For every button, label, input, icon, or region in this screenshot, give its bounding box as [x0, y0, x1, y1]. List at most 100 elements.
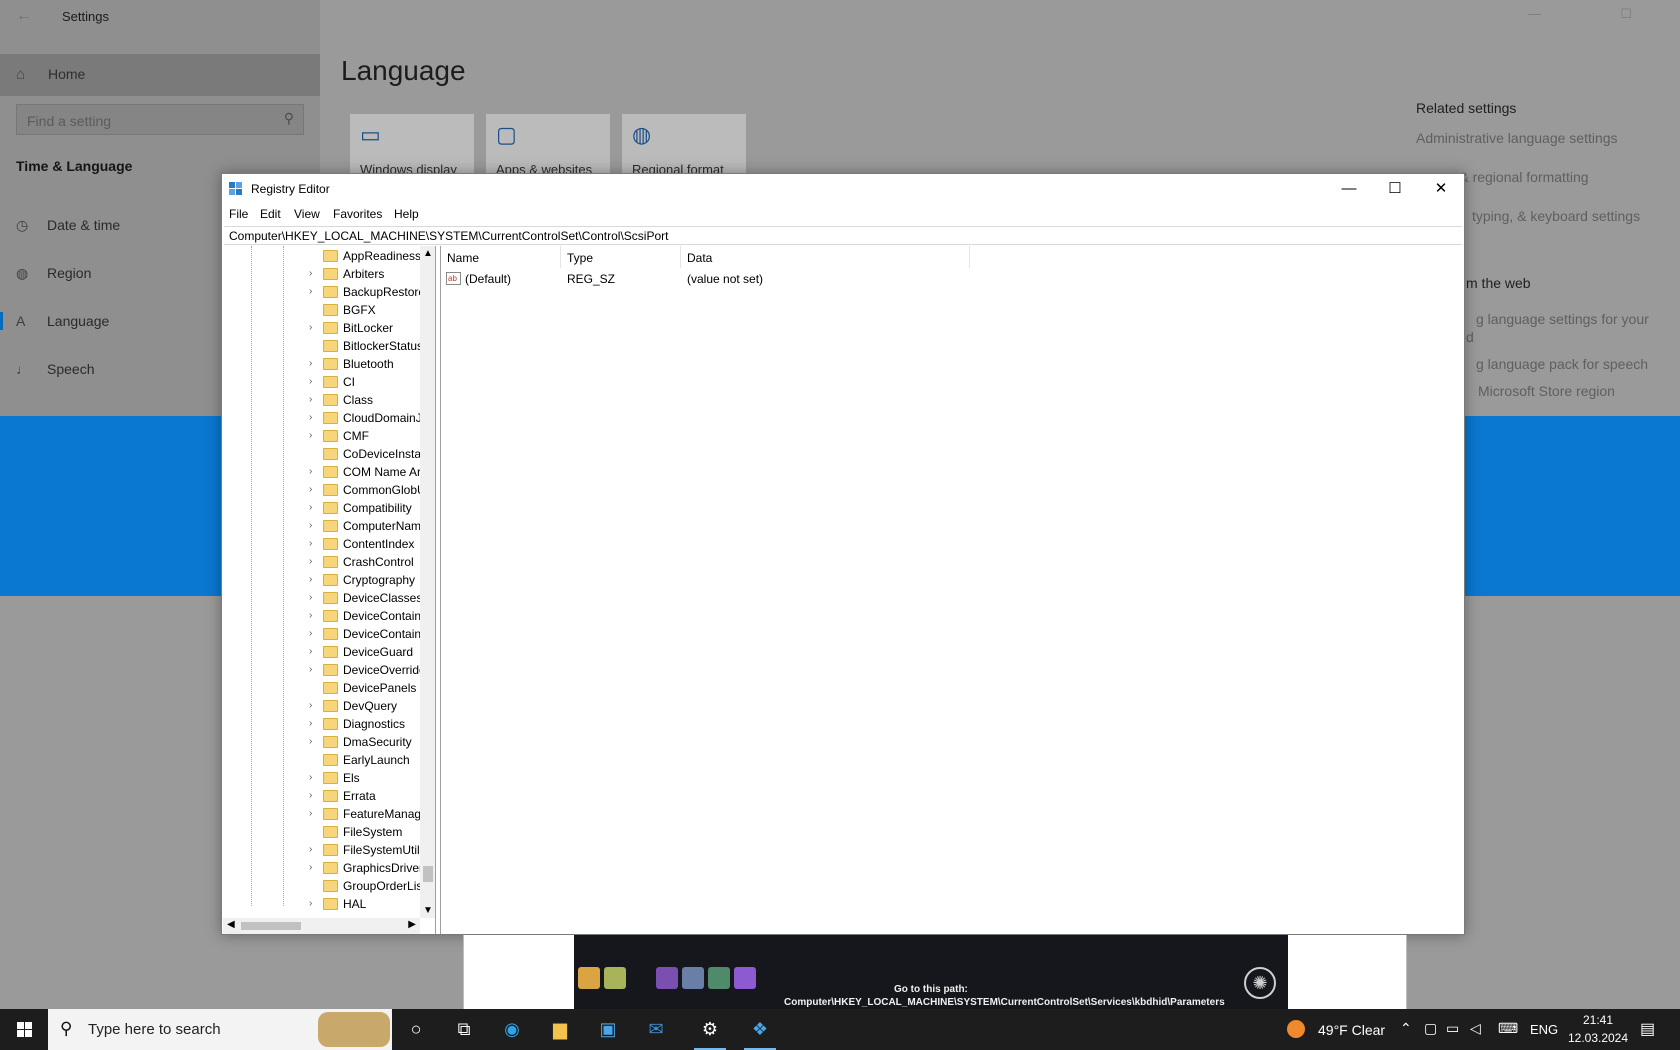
chevron-right-icon[interactable]: ›: [309, 556, 312, 567]
tree-item[interactable]: BitlockerStatus: [309, 337, 423, 355]
chevron-right-icon[interactable]: ›: [309, 268, 312, 279]
chevron-right-icon[interactable]: ›: [309, 610, 312, 621]
clock-date[interactable]: 12.03.2024: [1567, 1031, 1629, 1045]
mail-icon[interactable]: ✉: [632, 1009, 680, 1050]
related-link[interactable]: d: [1466, 329, 1474, 345]
scroll-left-icon[interactable]: ◀: [227, 919, 235, 930]
scroll-down-icon[interactable]: ▼: [423, 905, 433, 916]
chevron-right-icon[interactable]: ›: [309, 430, 312, 441]
chevron-right-icon[interactable]: ›: [309, 718, 312, 729]
store-icon[interactable]: ▣: [584, 1009, 632, 1050]
chevron-right-icon[interactable]: ›: [309, 592, 312, 603]
tree-item[interactable]: › BackupRestore: [309, 283, 425, 301]
related-link[interactable]: g language pack for speech: [1476, 356, 1648, 372]
tree-item[interactable]: › BitLocker: [309, 319, 421, 337]
settings-gear-icon[interactable]: ⚙: [686, 1009, 734, 1050]
chevron-right-icon[interactable]: ›: [309, 484, 312, 495]
tree-item[interactable]: › Errata: [309, 787, 421, 805]
chevron-right-icon[interactable]: ›: [309, 520, 312, 531]
volume-muted-icon[interactable]: ◁: [1470, 1020, 1481, 1037]
meet-now-icon[interactable]: ▢: [1424, 1020, 1437, 1037]
chevron-right-icon[interactable]: ›: [309, 358, 312, 369]
tree-item[interactable]: › COM Name Arbiter: [309, 463, 435, 481]
card-windows-display[interactable]: ▭ Windows display: [350, 114, 474, 177]
tree-item[interactable]: › HAL: [309, 895, 421, 913]
weather-text[interactable]: 49°F Clear: [1318, 1022, 1385, 1038]
scroll-up-icon[interactable]: ▲: [423, 248, 433, 259]
chevron-right-icon[interactable]: ›: [309, 286, 312, 297]
chevron-up-icon[interactable]: ⌃: [1400, 1020, 1412, 1037]
tree-item[interactable]: ›CommonGlobUserSettings: [309, 481, 435, 499]
tree-item[interactable]: › ComputerName: [309, 517, 428, 535]
chevron-right-icon[interactable]: ›: [309, 412, 312, 423]
tree-item[interactable]: › GraphicsDrivers: [309, 859, 429, 877]
chevron-right-icon[interactable]: ›: [309, 466, 312, 477]
chevron-right-icon[interactable]: ›: [309, 736, 312, 747]
tree-item[interactable]: FileSystem: [309, 823, 421, 841]
chevron-right-icon[interactable]: ›: [309, 628, 312, 639]
settings-home-button[interactable]: ⌂ Home: [0, 54, 320, 96]
task-view-icon[interactable]: ⧉: [440, 1009, 488, 1050]
file-explorer-icon[interactable]: ▆: [536, 1009, 584, 1050]
chevron-right-icon[interactable]: ›: [309, 772, 312, 783]
tree-item[interactable]: › Arbiters: [309, 265, 421, 283]
address-bar[interactable]: Computer\HKEY_LOCAL_MACHINE\SYSTEM\Curre…: [224, 226, 1462, 245]
chevron-right-icon[interactable]: ›: [309, 700, 312, 711]
clock-time[interactable]: 21:41: [1567, 1013, 1629, 1027]
keyboard-icon[interactable]: ⌨: [1498, 1020, 1518, 1037]
tree-item[interactable]: › ContentIndex: [309, 535, 421, 553]
tree-item[interactable]: › Compatibility: [309, 499, 421, 517]
start-button[interactable]: [0, 1009, 48, 1050]
chevron-right-icon[interactable]: ›: [309, 538, 312, 549]
minimize-icon[interactable]: —: [1326, 174, 1372, 204]
tree-item[interactable]: › Cryptography: [309, 571, 421, 589]
value-row[interactable]: ab (Default) REG_SZ (value not set): [441, 269, 1041, 289]
back-arrow-icon[interactable]: ←: [16, 7, 32, 25]
tree-item[interactable]: › DmaSecurity: [309, 733, 421, 751]
chevron-right-icon[interactable]: ›: [309, 574, 312, 585]
tree-item[interactable]: › CI: [309, 373, 421, 391]
input-language[interactable]: ENG: [1530, 1022, 1558, 1037]
tree-item[interactable]: GroupOrderList: [309, 877, 426, 895]
edge-icon[interactable]: ◉: [488, 1009, 536, 1050]
chevron-right-icon[interactable]: ›: [309, 808, 312, 819]
network-icon[interactable]: ▭: [1446, 1020, 1459, 1037]
tree-item[interactable]: EarlyLaunch: [309, 751, 421, 769]
notification-icon[interactable]: ▤: [1640, 1019, 1655, 1039]
close-icon[interactable]: ✕: [1418, 174, 1464, 204]
column-header-name[interactable]: Name: [441, 246, 561, 268]
tree-item[interactable]: › DeviceGuard: [309, 643, 421, 661]
tree-horizontal-scrollbar[interactable]: ◀ ▶: [223, 918, 420, 934]
tree-item[interactable]: › DeviceOverrides: [309, 661, 432, 679]
tree-item[interactable]: DevicePanels: [309, 679, 421, 697]
weather-icon[interactable]: [1287, 1020, 1305, 1038]
menu-file[interactable]: File: [229, 207, 248, 221]
tree-item[interactable]: AppReadiness: [309, 247, 421, 265]
chevron-right-icon[interactable]: ›: [309, 322, 312, 333]
related-link[interactable]: typing, & keyboard settings: [1472, 208, 1640, 224]
card-regional-format[interactable]: ◍ Regional format: [622, 114, 746, 177]
chevron-right-icon[interactable]: ›: [309, 502, 312, 513]
chevron-right-icon[interactable]: ›: [309, 664, 312, 675]
tree-item[interactable]: ›DeviceContainerPropertyUpdateEvents: [309, 607, 435, 625]
chevron-right-icon[interactable]: ›: [309, 646, 312, 657]
chevron-right-icon[interactable]: ›: [309, 898, 312, 909]
scroll-right-icon[interactable]: ▶: [408, 919, 416, 930]
tree-item[interactable]: › Class: [309, 391, 421, 409]
menu-edit[interactable]: Edit: [260, 207, 281, 221]
tree-item[interactable]: › CloudDomainJoin: [309, 409, 435, 427]
related-link[interactable]: Administrative language settings: [1416, 130, 1618, 146]
column-header-data[interactable]: Data: [681, 246, 970, 268]
menu-help[interactable]: Help: [394, 207, 419, 221]
related-link[interactable]: g language settings for your: [1476, 311, 1649, 327]
tree-item[interactable]: › DeviceContainers: [309, 625, 435, 643]
menu-view[interactable]: View: [294, 207, 320, 221]
taskbar-search-box[interactable]: ⚲ Type here to search: [48, 1009, 392, 1050]
tree-item[interactable]: › Bluetooth: [309, 355, 421, 373]
menu-favorites[interactable]: Favorites: [333, 207, 382, 221]
tree-item[interactable]: BGFX: [309, 301, 421, 319]
tree-item[interactable]: › CrashControl: [309, 553, 421, 571]
chevron-right-icon[interactable]: ›: [309, 394, 312, 405]
tree-item[interactable]: › Diagnostics: [309, 715, 421, 733]
tree-item[interactable]: › FileSystemUtilities: [309, 841, 435, 859]
